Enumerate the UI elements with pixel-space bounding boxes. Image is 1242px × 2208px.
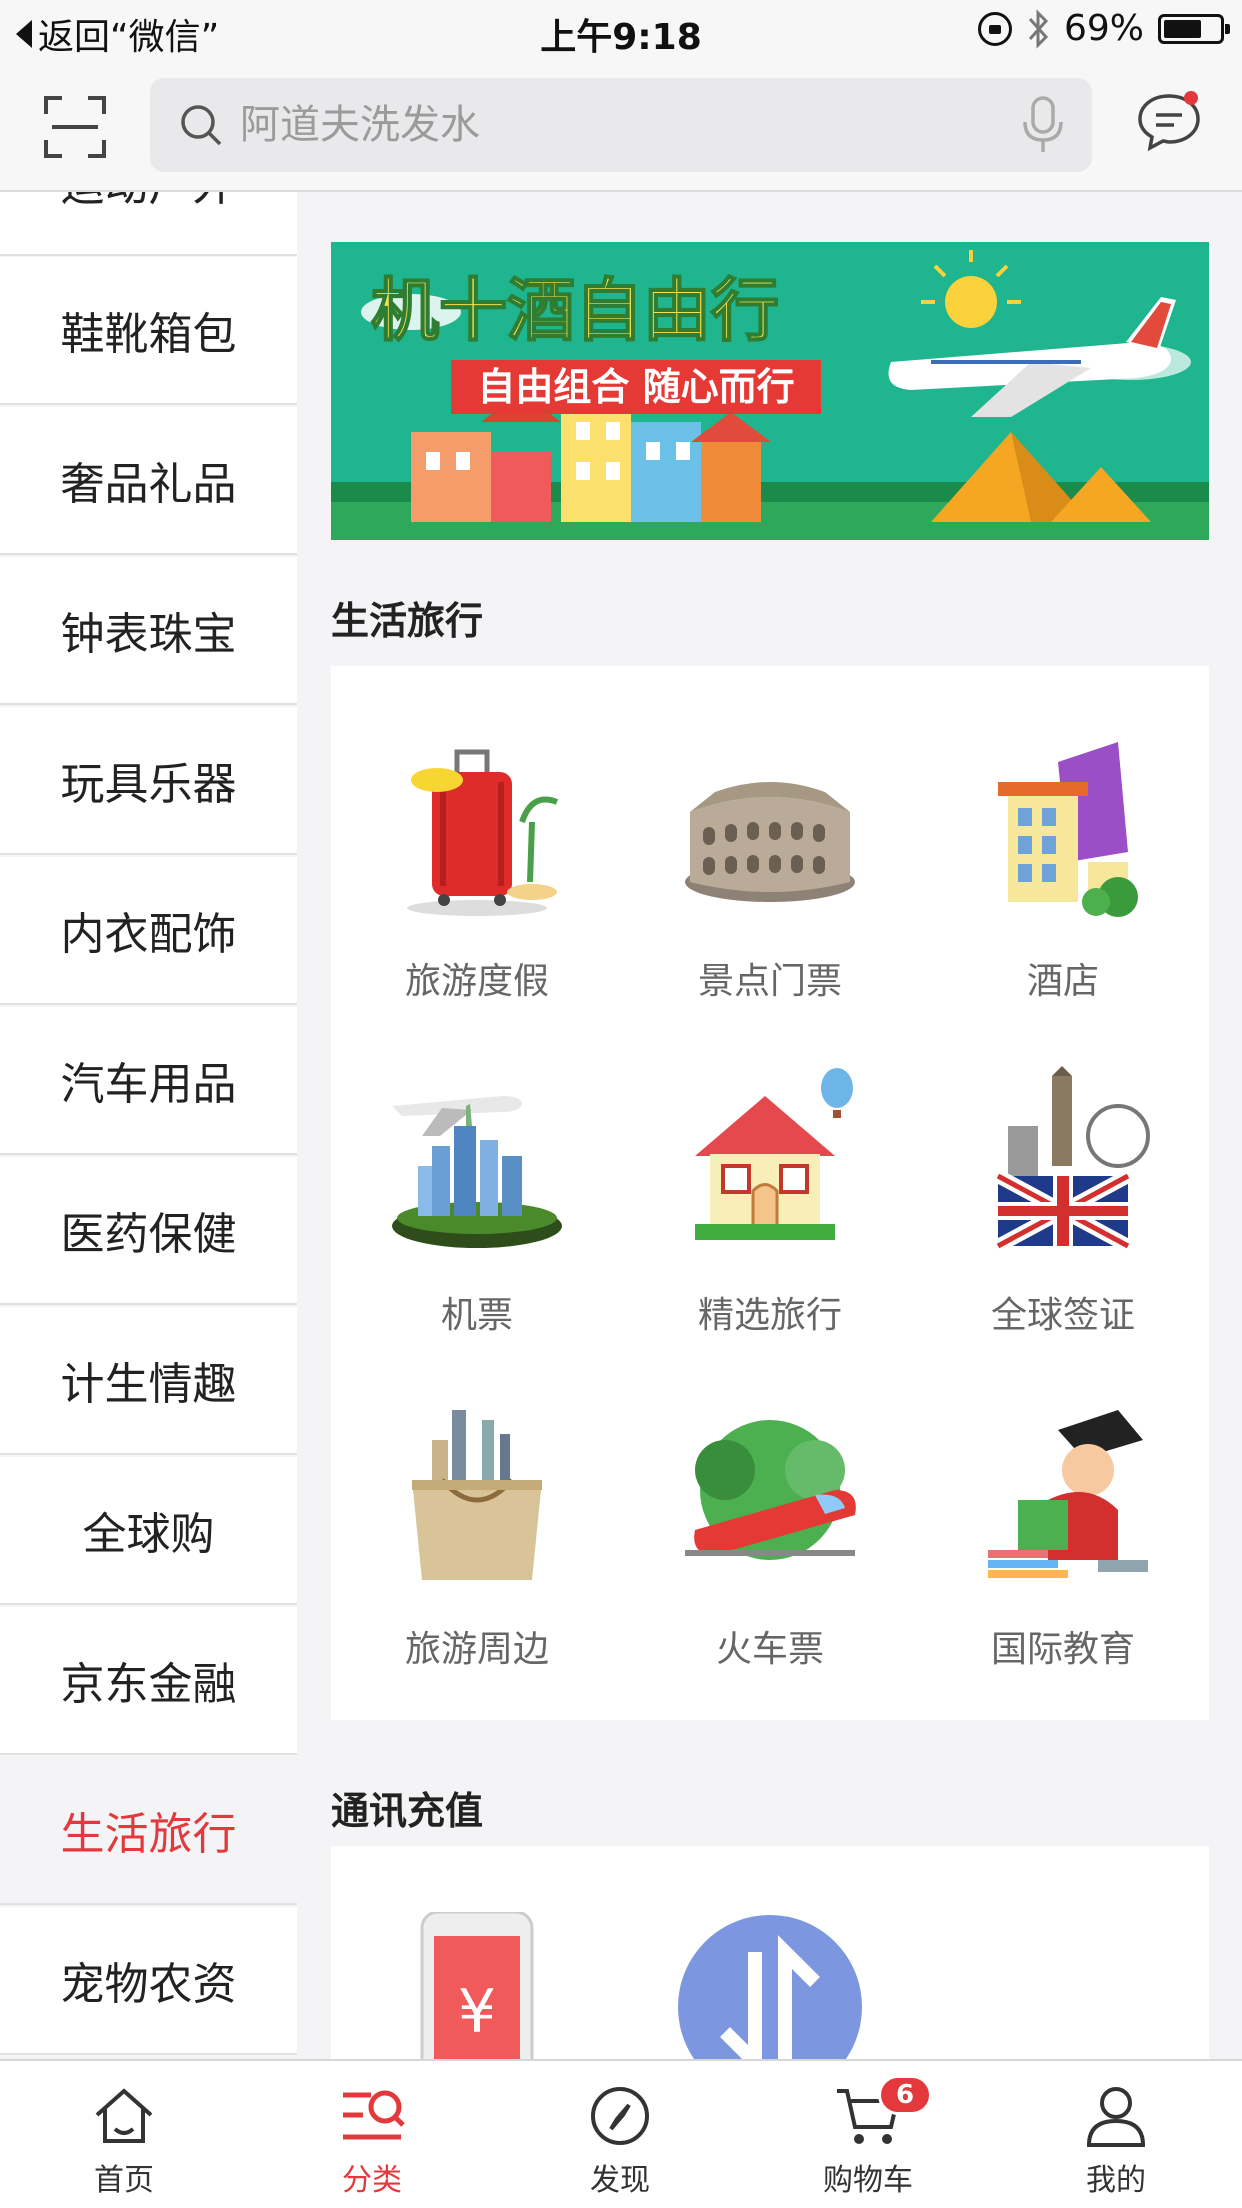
life-travel-grid: 旅游度假 景点门票 酒店 机票 精选旅行 全球签证 旅游周边 火车票 国际教育 [331,666,1209,1720]
scan-icon[interactable] [44,96,106,158]
sidebar-item-label: 医药保健 [60,1209,237,1260]
sidebar-item-sports[interactable]: 运动户外 [0,192,297,256]
tab-label: 发现 [590,2163,650,2198]
sidebar-item-auto[interactable]: 汽车用品 [0,1007,297,1155]
grid-item-label: 旅游周边 [404,1629,549,1670]
colosseum-icon [685,782,855,902]
grid-item-label: 全球签证 [990,1295,1135,1336]
grid-item-tickets[interactable]: 景点门票 [624,732,916,1032]
message-icon[interactable] [1136,88,1202,154]
bluetooth-icon [1028,8,1049,49]
grid-item-travel-goods[interactable]: 旅游周边 [331,1400,623,1700]
telecom-grid: ¥ [331,1846,1209,2059]
microphone-icon[interactable] [1020,96,1066,154]
grid-item-data-transfer[interactable] [624,1912,916,2059]
bottom-tab-bar: 首页 分类 发现 6 购物车 我的 [0,2059,1242,2208]
suitcase-icon [407,749,559,916]
sidebar-item-label: 钟表珠宝 [60,609,237,660]
grid-item-flights[interactable]: 机票 [331,1066,623,1366]
sidebar-item-health[interactable]: 医药保健 [0,1157,297,1305]
banner-subtitle: 自由组合 随心而行 [477,365,794,409]
search-icon [181,105,222,146]
grid-item-train-tickets[interactable]: 火车票 [624,1400,916,1700]
compass-icon [591,2087,649,2145]
sidebar-item-label: 内衣配饰 [60,909,237,960]
grid-item-vacation[interactable]: 旅游度假 [331,732,623,1032]
sidebar-item-label: 京东金融 [60,1659,237,1710]
section-title-telecom: 通讯充值 [331,1789,484,1833]
grid-item-label: 精选旅行 [697,1295,842,1336]
sidebar-item-finance[interactable]: 京东金融 [0,1607,297,1755]
data-transfer-icon [678,1915,862,2059]
house-balloon-icon [695,1068,853,1240]
grid-item-phone-recharge[interactable]: ¥ [331,1912,623,2059]
tab-category[interactable]: 分类 [248,2061,496,2208]
search-bar[interactable] [150,78,1092,172]
tab-label: 分类 [342,2163,402,2198]
back-arrow-icon [16,20,32,48]
sidebar-item-label: 运动户外 [61,192,237,213]
grid-item-label: 国际教育 [990,1629,1135,1670]
grid-item-label: 旅游度假 [404,961,549,1002]
sidebar-item-label: 计生情趣 [60,1359,237,1410]
sidebar-item-label: 奢品礼品 [60,459,237,510]
cart-badge: 6 [878,2075,932,2115]
sidebar-item-global[interactable]: 全球购 [0,1457,297,1605]
battery-percent: 69% [1063,8,1144,49]
tab-discover[interactable]: 发现 [496,2061,744,2208]
sidebar-item-life-travel[interactable]: 生活旅行 [0,1757,297,1905]
airplane-city-icon [392,1096,562,1248]
sidebar-item-toys[interactable]: 玩具乐器 [0,707,297,855]
rotation-lock-icon [977,11,1012,46]
sidebar-item-label: 宠物农资 [60,1959,237,2010]
user-icon [1086,2087,1146,2147]
sidebar-item-label: 全球购 [82,1509,215,1560]
grid-item-label: 景点门票 [697,961,842,1002]
grid-item-label: 酒店 [1026,961,1099,1002]
sidebar-item-luxury[interactable]: 奢品礼品 [0,407,297,555]
battery-fill [1164,19,1201,38]
tab-label: 首页 [94,2163,154,2198]
svg-text:¥: ¥ [458,1977,496,2047]
search-input[interactable] [240,78,940,172]
sidebar-item-label: 生活旅行 [60,1809,237,1860]
section-title-life-travel: 生活旅行 [331,599,484,643]
grid-item-global-visa[interactable]: 全球签证 [917,1066,1209,1366]
sidebar-item-pets[interactable]: 宠物农资 [0,1907,297,2055]
tab-label: 购物车 [823,2163,913,2198]
status-bar: 返回“微信” 上午9:18 69% [0,0,1242,62]
tab-cart[interactable]: 6 购物车 [744,2061,992,2208]
grid-item-selected-travel[interactable]: 精选旅行 [624,1066,916,1366]
sidebar-item-family-planning[interactable]: 计生情趣 [0,1307,297,1455]
grid-item-label: 火车票 [715,1629,824,1670]
hotel-icon [998,742,1138,917]
visa-london-icon [994,1066,1150,1253]
battery-icon [1158,13,1230,44]
tab-label: 我的 [1086,2163,1146,2198]
category-sidebar[interactable]: 运动户外 鞋靴箱包 奢品礼品 钟表珠宝 玩具乐器 内衣配饰 汽车用品 医药保健 … [0,192,297,2059]
sidebar-item-shoes-bags[interactable]: 鞋靴箱包 [0,257,297,405]
back-label: 返回“微信” [38,17,220,58]
grid-item-label: 机票 [440,1295,513,1336]
sidebar-item-label: 玩具乐器 [60,759,237,810]
tab-home[interactable]: 首页 [0,2061,248,2208]
tab-my[interactable]: 我的 [992,2061,1240,2208]
category-icon [343,2090,405,2140]
search-header [0,62,1242,192]
sidebar-item-label: 汽车用品 [60,1059,237,1110]
banner-title: 机十酒自由行 [371,272,779,351]
grid-item-hotel[interactable]: 酒店 [917,732,1209,1032]
travel-bag-icon [412,1410,542,1580]
sidebar-item-underwear[interactable]: 内衣配饰 [0,857,297,1005]
banner-illustration: 机十酒自由行 自由组合 随心而行 [331,242,1209,540]
back-to-wechat-link[interactable]: 返回“微信” [16,8,219,60]
promo-banner[interactable]: 机十酒自由行 自由组合 随心而行 [331,242,1209,540]
grid-item-intl-education[interactable]: 国际教育 [917,1400,1209,1700]
sidebar-item-watches[interactable]: 钟表珠宝 [0,557,297,705]
phone-recharge-icon: ¥ [420,1912,534,2059]
sidebar-item-label: 鞋靴箱包 [60,309,237,360]
train-icon [685,1420,856,1560]
home-icon [95,2088,153,2143]
graduate-icon [988,1410,1148,1578]
